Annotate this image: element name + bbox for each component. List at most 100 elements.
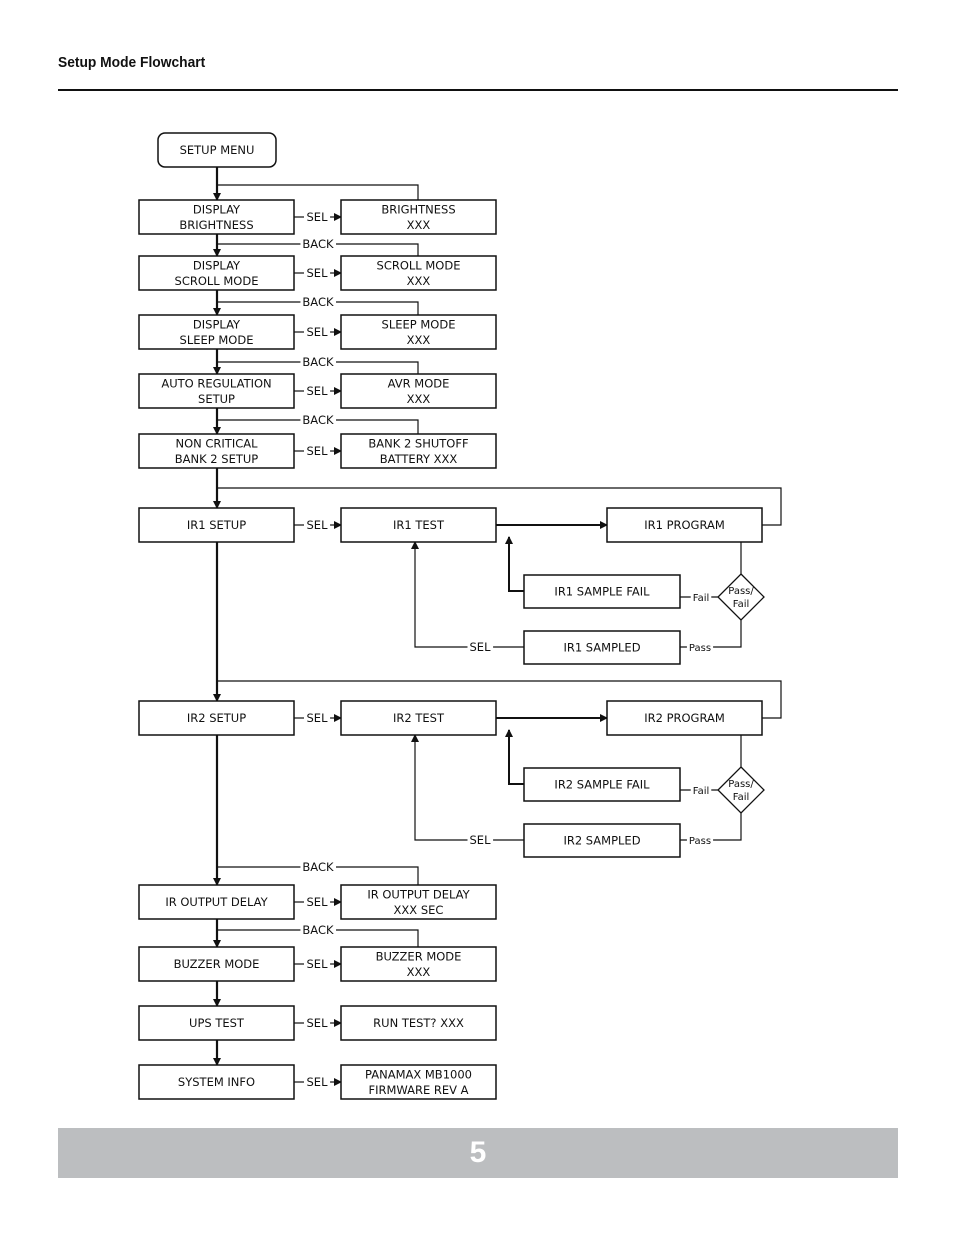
node-label: XXX SEC: [394, 903, 444, 917]
node-label: RUN TEST? XXX: [373, 1016, 464, 1030]
page-footer-bar: 5: [58, 1128, 898, 1178]
node-label: IR2 SETUP: [187, 711, 246, 725]
connector-label-sel: SEL: [307, 957, 329, 971]
node-label: BUZZER MODE: [174, 957, 260, 971]
connector-label-fail: Fail: [693, 786, 710, 797]
node-label: XXX: [407, 965, 431, 979]
node-ups-test: UPS TEST: [138, 1005, 295, 1041]
node-label: BATTERY XXX: [380, 452, 458, 466]
connector-label-back: BACK: [302, 413, 334, 427]
node-ir2-decision: Pass/Fail: [717, 766, 765, 814]
node-label: IR2 PROGRAM: [644, 711, 725, 725]
connector-label-back: BACK: [302, 237, 334, 251]
node-label: AUTO REGULATION: [161, 376, 271, 390]
node-label: SYSTEM INFO: [178, 1075, 255, 1089]
node-label: SLEEP MODE: [180, 333, 254, 347]
node-ir2-test: IR2 TEST: [340, 700, 497, 736]
node-label: BUZZER MODE: [376, 949, 462, 963]
node-label: XXX: [407, 333, 431, 347]
connector-label-sel: SEL: [470, 640, 492, 654]
node-label: BANK 2 SHUTOFF: [368, 436, 468, 450]
node-label: SLEEP MODE: [382, 317, 456, 331]
node-run-test: RUN TEST? XXX: [340, 1005, 497, 1041]
connector-label-sel: SEL: [307, 325, 329, 339]
node-auto-reg: AUTO REGULATION SETUP: [138, 373, 295, 409]
node-setup-menu: SETUP MENU: [157, 132, 277, 168]
node-ir1-fail: IR1 SAMPLE FAIL: [523, 574, 681, 609]
node-label: IR1 SETUP: [187, 518, 246, 532]
node-system-info: SYSTEM INFO: [138, 1064, 295, 1100]
node-label: AVR MODE: [388, 376, 450, 390]
node-label: BRIGHTNESS: [381, 202, 455, 216]
node-label: SETUP: [198, 392, 235, 406]
fail-return-line: [508, 738, 524, 785]
setup-mode-flowchart: SETUP MENU DISPLAY BRIGHTNESS BRIGHTNESS XXX…: [138, 132, 782, 1100]
node-sleep-xxx: SLEEP MODE XXX: [340, 314, 497, 350]
node-bank2-xxx: BANK 2 SHUTOFF BATTERY XXX: [340, 433, 497, 469]
sampled-return-arrow: [411, 734, 524, 841]
node-buzzer: BUZZER MODE: [138, 946, 295, 982]
node-label: IR2 TEST: [393, 711, 445, 725]
sampled-return-arrow: [411, 541, 524, 648]
connector-label-fail: Fail: [693, 593, 710, 604]
connector-label-sel: SEL: [307, 518, 329, 532]
node-label: IR2 SAMPLED: [563, 834, 640, 848]
node-label: IR1 SAMPLE FAIL: [554, 585, 650, 599]
node-label: XXX: [407, 392, 431, 406]
connector-label-back: BACK: [302, 860, 334, 874]
node-label: BRIGHTNESS: [179, 218, 253, 232]
node-scroll-xxx: SCROLL MODE XXX: [340, 255, 497, 291]
node-display-sleep: DISPLAY SLEEP MODE: [138, 314, 295, 350]
node-label: Fail: [733, 792, 750, 803]
node-label: XXX: [407, 218, 431, 232]
connector-label-sel: SEL: [307, 1075, 329, 1089]
connector-label-pass: Pass: [689, 643, 711, 654]
node-label: SCROLL MODE: [175, 274, 259, 288]
node-ir1-program: IR1 PROGRAM: [606, 507, 763, 543]
connector-label-sel: SEL: [307, 210, 329, 224]
node-bank2: NON CRITICAL BANK 2 SETUP: [138, 433, 295, 469]
node-ir1-setup: IR1 SETUP: [138, 507, 295, 543]
node-ir2-setup: IR2 SETUP: [138, 700, 295, 736]
node-label: IR1 SAMPLED: [563, 641, 640, 655]
fail-return-line: [508, 545, 524, 592]
node-ir1-test: IR1 TEST: [340, 507, 497, 543]
connector-label-sel: SEL: [307, 266, 329, 280]
node-ir1-sampled: IR1 SAMPLED: [523, 630, 681, 665]
connector-label-back: BACK: [302, 923, 334, 937]
node-label: BANK 2 SETUP: [175, 452, 259, 466]
node-label: IR OUTPUT DELAY: [367, 887, 470, 901]
node-label: SCROLL MODE: [377, 258, 461, 272]
node-ir-delay-xxx: IR OUTPUT DELAY XXX SEC: [340, 884, 497, 920]
page-number: 5: [469, 1136, 487, 1169]
connector-label-sel: SEL: [307, 711, 329, 725]
node-label: NON CRITICAL: [175, 436, 258, 450]
node-firmware: PANAMAX MB1000 FIRMWARE REV A: [340, 1064, 497, 1100]
node-label: DISPLAY: [193, 202, 241, 216]
node-label: IR OUTPUT DELAY: [165, 895, 268, 909]
node-ir2-sampled: IR2 SAMPLED: [523, 823, 681, 858]
node-display-scroll: DISPLAY SCROLL MODE: [138, 255, 295, 291]
node-label: DISPLAY: [193, 258, 241, 272]
node-label: SETUP MENU: [180, 143, 255, 157]
node-brightness-xxx: BRIGHTNESS XXX: [340, 199, 497, 235]
connector-label-sel: SEL: [307, 444, 329, 458]
connector-label-pass: Pass: [689, 836, 711, 847]
node-label: XXX: [407, 274, 431, 288]
back-line: [217, 184, 419, 200]
node-label: Pass/: [728, 586, 754, 597]
node-label: IR2 SAMPLE FAIL: [554, 778, 650, 792]
connector-label-sel: SEL: [307, 1016, 329, 1030]
node-avr-xxx: AVR MODE XXX: [340, 373, 497, 409]
node-buzzer-xxx: BUZZER MODE XXX: [340, 946, 497, 982]
node-label: Pass/: [728, 779, 754, 790]
node-label: FIRMWARE REV A: [368, 1083, 468, 1097]
node-label: IR1 PROGRAM: [644, 518, 725, 532]
connector-label-back: BACK: [302, 355, 334, 369]
connector-label-sel: SEL: [307, 384, 329, 398]
node-label: DISPLAY: [193, 317, 241, 331]
node-label: IR1 TEST: [393, 518, 445, 532]
node-display-brightness: DISPLAY BRIGHTNESS: [138, 199, 295, 235]
node-label: Fail: [733, 599, 750, 610]
connector-label-sel: SEL: [307, 895, 329, 909]
